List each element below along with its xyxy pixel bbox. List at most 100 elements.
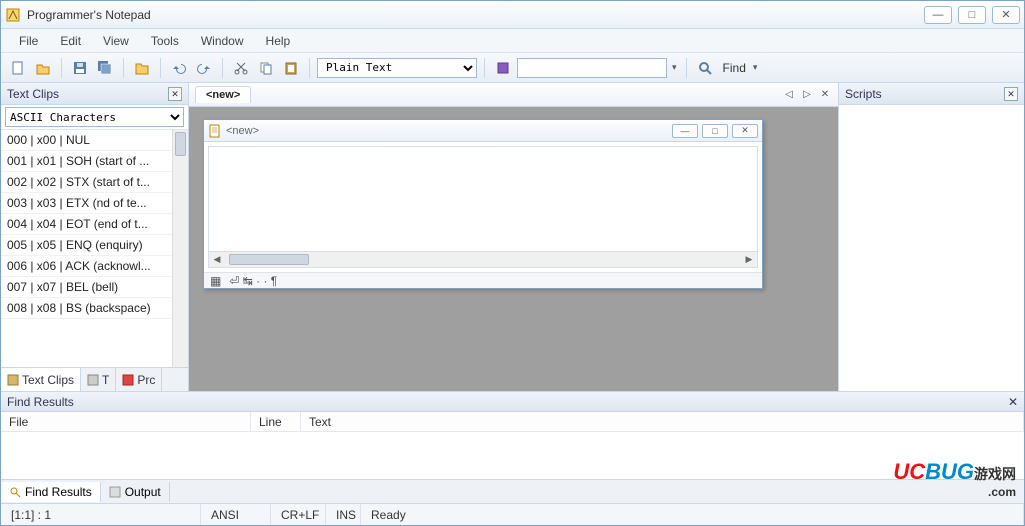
output-tab-icon (109, 486, 121, 498)
status-eol: CR+LF (271, 504, 326, 525)
list-item[interactable]: 002 | x02 | STX (start of t... (1, 172, 188, 193)
tab-find-results[interactable]: Find Results (1, 482, 101, 502)
list-item[interactable]: 001 | x01 | SOH (start of ... (1, 151, 188, 172)
save-icon[interactable] (69, 57, 91, 79)
scroll-right-icon[interactable]: ▶ (741, 252, 757, 267)
book-icon (7, 374, 19, 386)
list-item[interactable]: 006 | x06 | ACK (acknowl... (1, 256, 188, 277)
find-columns: File Line Text (1, 412, 1024, 432)
status-insert: INS (326, 504, 361, 525)
menu-file[interactable]: File (9, 31, 48, 51)
find-icon[interactable] (694, 57, 716, 79)
app-window: Programmer's Notepad — □ ✕ File Edit Vie… (0, 0, 1025, 526)
scroll-left-icon[interactable]: ◀ (209, 252, 225, 267)
close-button[interactable]: ✕ (992, 6, 1020, 24)
text-clips-header: Text Clips ✕ (1, 83, 188, 105)
tab-prev-icon[interactable]: ◁ (782, 88, 796, 102)
doc-icon (208, 124, 222, 138)
toolbar: Plain Text ▾ Find ▾ (1, 53, 1024, 83)
left-panel-tabs: Text Clips T Prc (1, 367, 188, 391)
app-icon (5, 7, 21, 23)
copy-icon[interactable] (255, 57, 277, 79)
list-item[interactable]: 005 | x05 | ENQ (enquiry) (1, 235, 188, 256)
text-editor[interactable]: ◀ ▶ (208, 146, 758, 268)
redo-icon[interactable] (193, 57, 215, 79)
new-file-icon[interactable] (7, 57, 29, 79)
dropdown-icon[interactable]: ▾ (670, 62, 679, 73)
clip-category-select[interactable]: ASCII Characters (5, 107, 184, 127)
find-results-close-icon[interactable]: ✕ (1008, 395, 1018, 409)
scheme-icon[interactable] (492, 57, 514, 79)
tag-icon (87, 374, 99, 386)
child-minimize-button[interactable]: — (672, 124, 698, 138)
col-text[interactable]: Text (301, 412, 1024, 431)
save-all-icon[interactable] (94, 57, 116, 79)
whitespace-toggle-icon[interactable]: ▦ (210, 274, 221, 288)
quick-search-input[interactable] (517, 58, 667, 78)
scripts-header: Scripts ✕ (839, 83, 1024, 105)
menu-bar: File Edit View Tools Window Help (1, 29, 1024, 53)
find-tab-icon (9, 486, 21, 498)
list-item[interactable]: 008 | x08 | BS (backspace) (1, 298, 188, 319)
status-bar: [1:1] : 1 ANSI CR+LF INS Ready (1, 503, 1024, 525)
tab-tags[interactable]: T (81, 368, 116, 391)
col-file[interactable]: File (1, 412, 251, 431)
menu-tools[interactable]: Tools (141, 31, 189, 51)
tab-close-icon[interactable]: ✕ (818, 88, 832, 102)
tab-next-icon[interactable]: ▷ (800, 88, 814, 102)
minimize-button[interactable]: — (924, 6, 952, 24)
text-clips-close-icon[interactable]: ✕ (168, 87, 182, 101)
footer-symbols[interactable]: ⏎ ↹ · · ¶ (229, 274, 277, 288)
status-position: [1:1] : 1 (1, 504, 201, 525)
list-item[interactable]: 004 | x04 | EOT (end of t... (1, 214, 188, 235)
tab-output[interactable]: Output (101, 482, 170, 502)
bottom-tabs: Find Results Output (1, 479, 1024, 503)
cut-icon[interactable] (230, 57, 252, 79)
find-results-panel: Find Results ✕ File Line Text Find Resul… (1, 391, 1024, 503)
document-tab-bar: <new> ◁ ▷ ✕ (189, 83, 838, 107)
language-select[interactable]: Plain Text (317, 58, 477, 78)
menu-edit[interactable]: Edit (50, 31, 91, 51)
menu-view[interactable]: View (93, 31, 139, 51)
scripts-body (839, 105, 1024, 391)
undo-icon[interactable] (168, 57, 190, 79)
app-title: Programmer's Notepad (27, 8, 924, 22)
find-results-title: Find Results (7, 395, 74, 409)
editor-child-window: <new> — □ ✕ ◀ ▶ (203, 119, 763, 289)
open-file-icon[interactable] (32, 57, 54, 79)
list-item[interactable]: 000 | x00 | NUL (1, 130, 188, 151)
find-dropdown-icon[interactable]: ▾ (753, 62, 758, 73)
find-label[interactable]: Find (719, 61, 750, 75)
scripts-title: Scripts (845, 87, 882, 101)
main-area: Text Clips ✕ ASCII Characters 000 | x00 … (1, 83, 1024, 391)
find-results-header: Find Results ✕ (1, 392, 1024, 412)
scripts-panel: Scripts ✕ (838, 83, 1024, 391)
maximize-button[interactable]: □ (958, 6, 986, 24)
child-title: <new> (222, 125, 672, 137)
tab-text-clips[interactable]: Text Clips (1, 368, 81, 391)
tab-projects[interactable]: Prc (116, 368, 162, 391)
editor-area: <new> ◁ ▷ ✕ <new> — □ ✕ (189, 83, 838, 391)
document-tab[interactable]: <new> (195, 86, 251, 103)
menu-help[interactable]: Help (256, 31, 301, 51)
child-maximize-button[interactable]: □ (702, 124, 728, 138)
find-results-body (1, 432, 1024, 479)
paste-icon[interactable] (280, 57, 302, 79)
clip-scrollbar[interactable] (172, 130, 188, 367)
open-folder-icon[interactable] (131, 57, 153, 79)
clip-list: 000 | x00 | NUL 001 | x01 | SOH (start o… (1, 129, 188, 367)
menu-window[interactable]: Window (191, 31, 254, 51)
text-clips-panel: Text Clips ✕ ASCII Characters 000 | x00 … (1, 83, 189, 391)
list-item[interactable]: 003 | x03 | ETX (nd of te... (1, 193, 188, 214)
editor-footer: ▦ ⏎ ↹ · · ¶ (204, 272, 762, 288)
text-clips-title: Text Clips (7, 87, 59, 101)
project-icon (122, 374, 134, 386)
editor-h-scrollbar[interactable]: ◀ ▶ (209, 251, 757, 267)
status-encoding: ANSI (201, 504, 271, 525)
scripts-close-icon[interactable]: ✕ (1004, 87, 1018, 101)
list-item[interactable]: 007 | x07 | BEL (bell) (1, 277, 188, 298)
status-message: Ready (361, 504, 1024, 525)
title-bar: Programmer's Notepad — □ ✕ (1, 1, 1024, 29)
child-close-button[interactable]: ✕ (732, 124, 758, 138)
col-line[interactable]: Line (251, 412, 301, 431)
